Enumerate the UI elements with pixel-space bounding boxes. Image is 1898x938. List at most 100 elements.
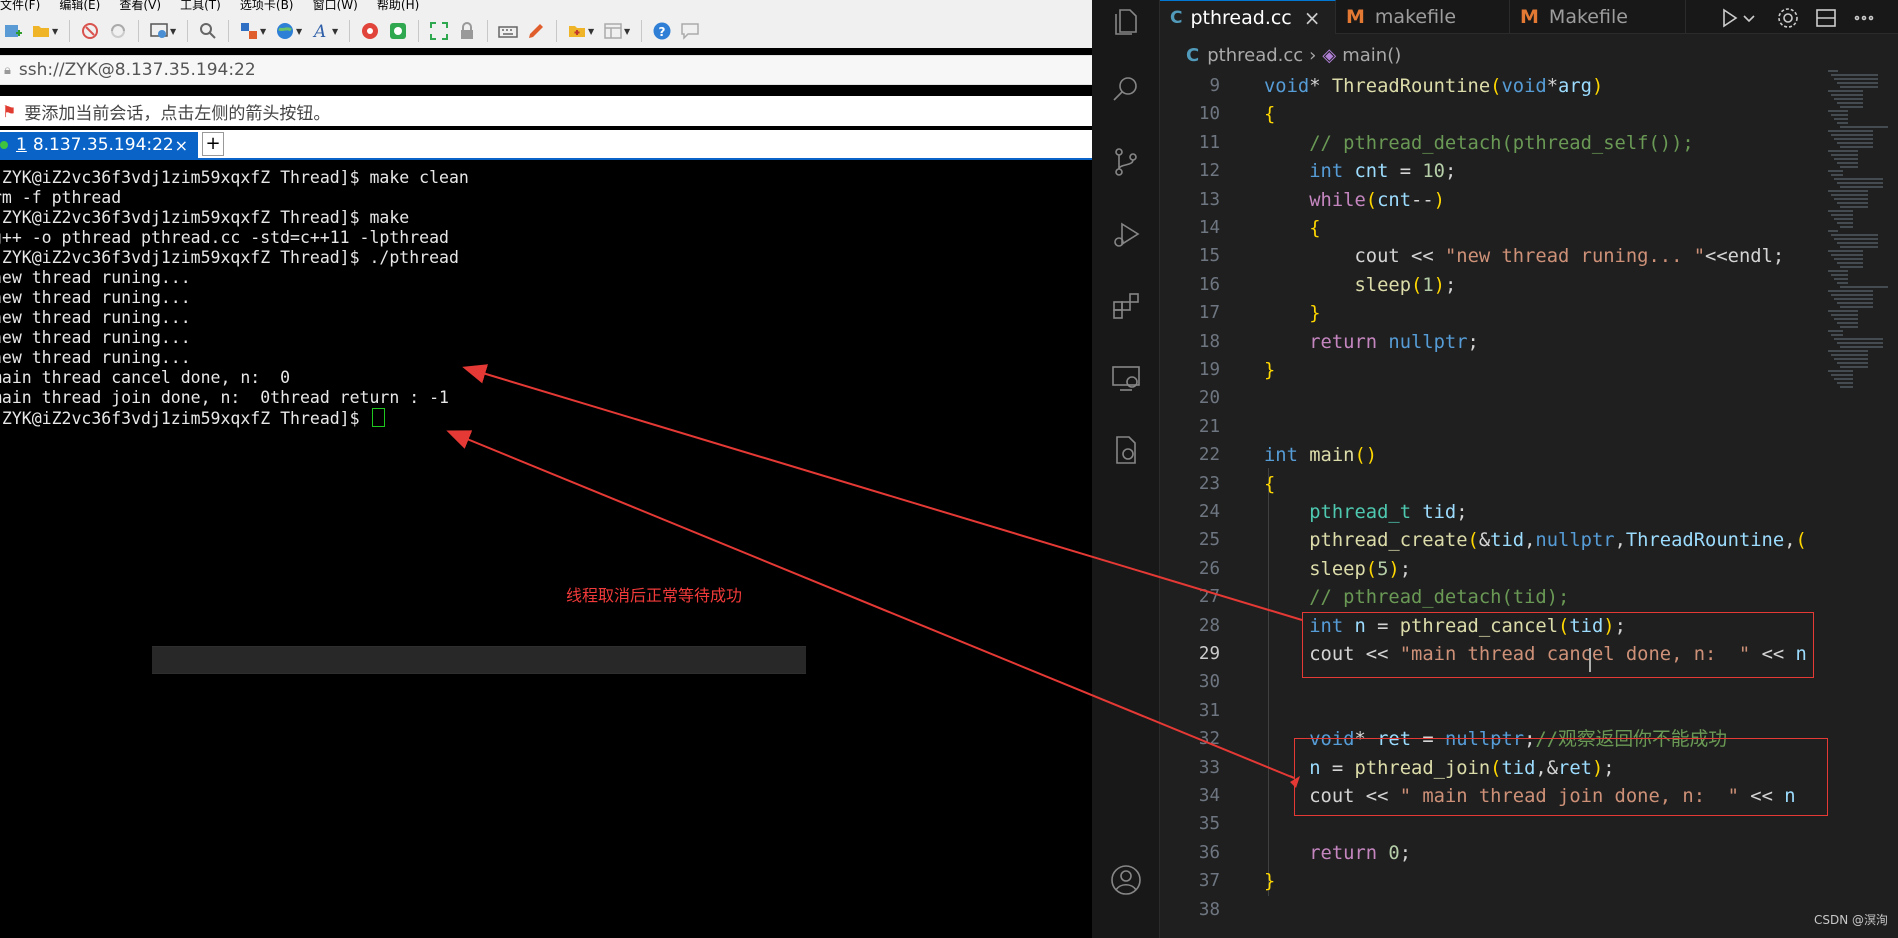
minimap[interactable] bbox=[1824, 70, 1894, 400]
bookmark-arrow-icon[interactable]: ⚑ bbox=[2, 102, 16, 121]
menu-file[interactable]: 文件(F) bbox=[0, 0, 40, 12]
line-number[interactable]: 16 bbox=[1160, 275, 1220, 295]
line-number[interactable]: 15 bbox=[1160, 246, 1220, 266]
add-compose-icon[interactable] bbox=[566, 20, 588, 42]
minimap-stroke bbox=[1837, 382, 1853, 384]
line-number[interactable]: 18 bbox=[1160, 332, 1220, 352]
terminal-line: g++ -o pthread pthread.cc -std=c++11 -lp… bbox=[0, 228, 449, 247]
line-number[interactable]: 38 bbox=[1160, 900, 1220, 920]
toolbar-divider bbox=[187, 20, 188, 42]
minimap-stroke bbox=[1831, 114, 1848, 116]
line-number[interactable]: 37 bbox=[1160, 871, 1220, 891]
minimap-stroke bbox=[1831, 354, 1868, 356]
more-actions-icon[interactable] bbox=[1852, 6, 1876, 30]
chat-icon[interactable] bbox=[679, 20, 701, 42]
line-number[interactable]: 13 bbox=[1160, 190, 1220, 210]
minimap-stroke bbox=[1828, 110, 1848, 112]
reconnect-icon[interactable] bbox=[107, 20, 129, 42]
menu-tools[interactable]: 工具(T) bbox=[180, 0, 221, 12]
line-number[interactable]: 20 bbox=[1160, 388, 1220, 408]
highlight-icon[interactable] bbox=[525, 20, 547, 42]
chevron-down-icon[interactable]: ▼ bbox=[332, 27, 340, 36]
minimap-stroke bbox=[1840, 86, 1878, 88]
session-manager-icon[interactable] bbox=[148, 20, 170, 42]
open-folder-icon[interactable] bbox=[30, 20, 52, 42]
line-number[interactable]: 32 bbox=[1160, 729, 1220, 749]
terminal-line: main thread join done, n: 0thread return… bbox=[0, 388, 449, 407]
terminal-cursor bbox=[371, 408, 385, 427]
menu-window[interactable]: 窗口(W) bbox=[313, 0, 358, 12]
line-number[interactable]: 10 bbox=[1160, 104, 1220, 124]
minimap-stroke bbox=[1837, 182, 1883, 184]
xshell-green-icon[interactable] bbox=[387, 20, 409, 42]
ssh-menubar: 文件(F) 编辑(E) 查看(V) 工具(T) 选项卡(B) 窗口(W) 帮助(… bbox=[0, 0, 1092, 14]
toolbar-divider bbox=[641, 20, 642, 42]
line-number[interactable]: 11 bbox=[1160, 133, 1220, 153]
line-number[interactable]: 25 bbox=[1160, 530, 1220, 550]
menu-tabs[interactable]: 选项卡(B) bbox=[240, 0, 294, 12]
minimap-stroke bbox=[1840, 306, 1873, 308]
minimap-stroke bbox=[1828, 330, 1843, 332]
split-editor-icon[interactable] bbox=[1814, 6, 1838, 30]
transfer-icon[interactable] bbox=[238, 20, 260, 42]
minimap-stroke bbox=[1834, 338, 1883, 340]
menu-help[interactable]: 帮助(H) bbox=[377, 0, 419, 12]
line-number[interactable]: 36 bbox=[1160, 843, 1220, 863]
xftp-icon[interactable] bbox=[359, 20, 381, 42]
line-number[interactable]: 26 bbox=[1160, 559, 1220, 579]
lock-icon[interactable] bbox=[456, 20, 478, 42]
new-session-icon[interactable] bbox=[2, 20, 24, 42]
keyboard-icon[interactable] bbox=[497, 20, 519, 42]
close-icon[interactable]: × bbox=[175, 136, 188, 155]
globe-icon[interactable] bbox=[274, 20, 296, 42]
line-number[interactable]: 14 bbox=[1160, 218, 1220, 238]
minimap-stroke bbox=[1837, 362, 1868, 364]
find-icon[interactable] bbox=[197, 20, 219, 42]
chevron-down-icon[interactable]: ▼ bbox=[260, 27, 268, 36]
line-number[interactable]: 9 bbox=[1160, 76, 1220, 96]
minimap-stroke bbox=[1828, 90, 1863, 92]
minimap-stroke bbox=[1828, 130, 1873, 132]
line-number[interactable]: 29 bbox=[1160, 644, 1220, 664]
chevron-down-icon[interactable]: ▼ bbox=[296, 27, 304, 36]
minimap-stroke bbox=[1834, 118, 1848, 120]
line-number[interactable]: 31 bbox=[1160, 701, 1220, 721]
line-number[interactable]: 27 bbox=[1160, 587, 1220, 607]
line-number[interactable]: 17 bbox=[1160, 303, 1220, 323]
terminal-output[interactable]: [ZYK@iZ2vc36f3vdj1zim59xqxfZ Thread]$ ma… bbox=[0, 168, 1092, 938]
font-icon[interactable]: A bbox=[310, 20, 332, 42]
line-number[interactable]: 35 bbox=[1160, 814, 1220, 834]
address-bar[interactable]: 🔒︎ ssh://ZYK@8.137.35.194:22 bbox=[0, 55, 1092, 85]
minimap-stroke bbox=[1834, 358, 1868, 360]
menu-view[interactable]: 查看(V) bbox=[119, 0, 161, 12]
chevron-down-icon[interactable]: ▼ bbox=[52, 27, 60, 36]
fullscreen-icon[interactable] bbox=[428, 20, 450, 42]
minimap-stroke bbox=[1831, 234, 1878, 236]
terminal-prompt: [ZYK@iZ2vc36f3vdj1zim59xqxfZ Thread]$ bbox=[0, 409, 370, 428]
chevron-down-icon[interactable]: ▼ bbox=[624, 27, 632, 36]
menu-edit[interactable]: 编辑(E) bbox=[59, 0, 100, 12]
line-number[interactable]: 21 bbox=[1160, 417, 1220, 437]
chevron-down-icon[interactable]: ▼ bbox=[170, 27, 178, 36]
add-tab-button[interactable]: + bbox=[202, 132, 224, 156]
line-number[interactable]: 30 bbox=[1160, 672, 1220, 692]
line-number[interactable]: 12 bbox=[1160, 161, 1220, 181]
line-number[interactable]: 34 bbox=[1160, 786, 1220, 806]
line-number[interactable]: 33 bbox=[1160, 758, 1220, 778]
code-line: } bbox=[1309, 303, 1321, 325]
line-number[interactable]: 23 bbox=[1160, 474, 1220, 494]
line-number[interactable]: 22 bbox=[1160, 445, 1220, 465]
layout-icon[interactable] bbox=[602, 20, 624, 42]
line-number[interactable]: 19 bbox=[1160, 360, 1220, 380]
code-line: { bbox=[1264, 473, 1276, 495]
line-number[interactable]: 24 bbox=[1160, 502, 1220, 522]
chevron-down-icon[interactable]: ▼ bbox=[588, 27, 596, 36]
session-tab[interactable]: 1 8.137.35.194:22 × bbox=[0, 132, 198, 158]
line-number[interactable]: 28 bbox=[1160, 616, 1220, 636]
disconnect-icon[interactable] bbox=[79, 20, 101, 42]
code-line: return 0; bbox=[1309, 842, 1412, 864]
minimap-stroke bbox=[1828, 350, 1868, 352]
code-line: // pthread_detach(pthread_self()); bbox=[1309, 132, 1694, 154]
code-line: int main() bbox=[1264, 445, 1378, 467]
help-icon[interactable]: ? bbox=[651, 20, 673, 42]
